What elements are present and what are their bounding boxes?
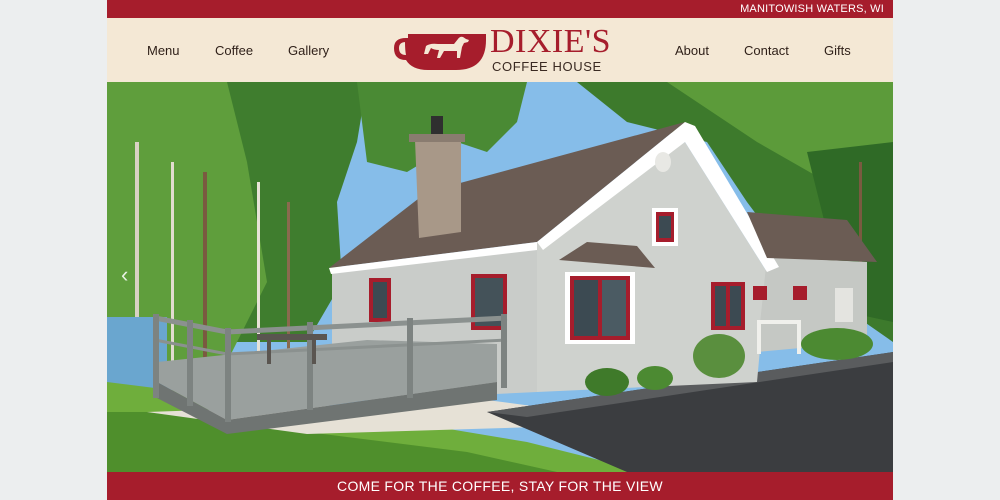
top-bar: MANITOWISH WATERS, WI	[107, 0, 893, 18]
nav-link-gallery[interactable]: Gallery	[288, 43, 329, 59]
tagline-bar: COME FOR THE COFFEE, STAY FOR THE VIEW	[107, 472, 893, 500]
cottage-photo	[107, 82, 893, 472]
brand-name: DIXIE'S	[490, 23, 612, 60]
hero-slideshow[interactable]: ‹	[107, 82, 893, 472]
nav-link-gifts[interactable]: Gifts	[824, 43, 851, 59]
coffee-cup-dog-icon	[394, 34, 486, 70]
brand-subtitle: COFFEE HOUSE	[492, 59, 602, 74]
slideshow-prev-arrow[interactable]: ‹	[121, 264, 128, 286]
location-label: MANITOWISH WATERS, WI	[740, 3, 884, 15]
nav-link-about[interactable]: About	[675, 43, 709, 59]
site-header: Menu Coffee Gallery DIXIE'S COFFEE HOUSE…	[107, 18, 893, 82]
website: MANITOWISH WATERS, WI Menu Coffee Galler…	[107, 0, 893, 500]
tagline-text: COME FOR THE COFFEE, STAY FOR THE VIEW	[337, 478, 663, 494]
nav-link-contact[interactable]: Contact	[744, 43, 789, 59]
nav-link-menu[interactable]: Menu	[147, 43, 180, 59]
nav-link-coffee[interactable]: Coffee	[215, 43, 253, 59]
site-logo[interactable]: DIXIE'S COFFEE HOUSE	[394, 24, 612, 78]
